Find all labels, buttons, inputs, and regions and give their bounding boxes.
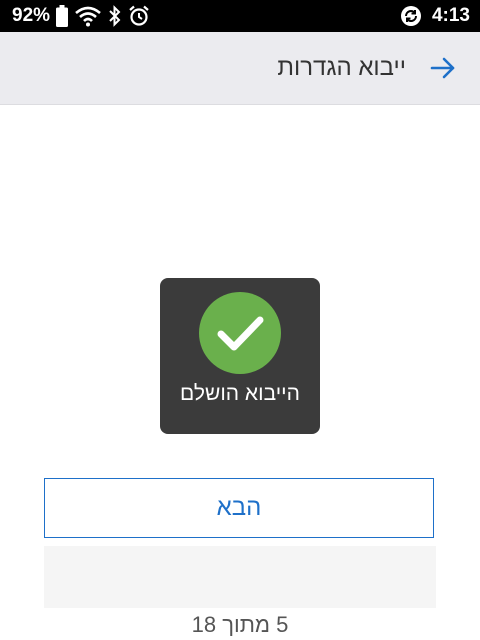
battery-percent: 92% [12,5,51,26]
status-right-group: 4:13 [400,0,470,32]
sync-icon [400,6,421,26]
page-title: ייבוא הגדרות [277,54,406,81]
battery-icon [56,5,69,27]
footer-panel [44,546,436,608]
status-left-group: 92% [12,0,150,32]
status-clock: 4:13 [431,5,470,26]
alarm-icon [129,5,149,26]
wifi-icon [75,6,101,27]
step-progress: 5 מתוך 18 [191,612,289,637]
success-toast: הייבוא הושלם [160,278,320,434]
arrow-right-icon[interactable] [430,55,456,81]
bluetooth-icon [109,5,121,27]
status-bar: 92% 4:13 [0,0,480,32]
next-button[interactable]: הבא [44,478,434,538]
check-circle-icon [199,292,281,374]
toast-message: הייבוא הושלם [180,382,300,405]
app-header: ייבוא הגדרות [0,32,480,105]
